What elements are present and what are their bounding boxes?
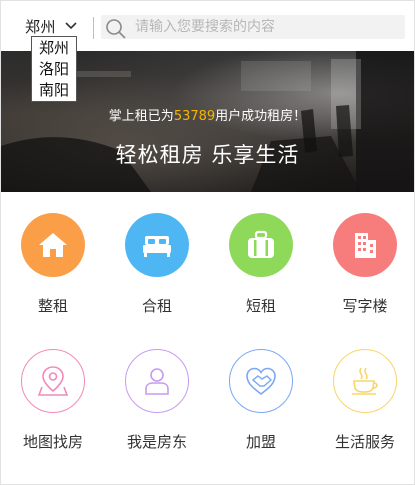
suitcase-icon <box>248 230 274 258</box>
category-label: 合租 <box>141 297 172 315</box>
category-label: 整租 <box>37 297 68 315</box>
category-label: 加盟 <box>245 433 276 451</box>
handshake-heart-icon <box>246 367 276 396</box>
building-icon <box>355 233 376 258</box>
category-icon-circle <box>21 213 85 277</box>
category-icon-circle <box>125 349 189 413</box>
category-icon-circle <box>333 213 397 277</box>
user-icon <box>145 368 169 395</box>
banner-subtitle-prefix: 掌上租已为 <box>108 109 174 124</box>
coffee-cup-icon <box>352 367 378 395</box>
current-city-label: 郑州 <box>25 17 57 36</box>
category-icon-circle <box>333 349 397 413</box>
bed-icon <box>143 236 171 257</box>
category-hezu[interactable]: 合租 <box>105 193 209 323</box>
house-icon <box>39 233 67 257</box>
category-grid: 整租 合租 短租 写字楼 地图找房 我是房东 加盟 生活服务 <box>1 193 414 483</box>
category-join[interactable]: 加盟 <box>209 329 313 459</box>
chevron-down-icon <box>65 22 77 30</box>
category-landlord[interactable]: 我是房东 <box>105 329 209 459</box>
city-dropdown: 郑州 洛阳 南阳 <box>31 36 77 102</box>
city-option-zhengzhou[interactable]: 郑州 <box>32 38 76 59</box>
city-option-luoyang[interactable]: 洛阳 <box>32 59 76 80</box>
category-label: 地图找房 <box>22 433 83 451</box>
category-label: 写字楼 <box>342 297 388 315</box>
category-label: 我是房东 <box>126 433 187 451</box>
category-office[interactable]: 写字楼 <box>313 193 414 323</box>
city-selector[interactable]: 郑州 <box>25 14 78 38</box>
banner-subtitle: 掌上租已为53789用户成功租房！ <box>1 105 414 124</box>
map-pin-icon <box>37 366 69 396</box>
category-life-service[interactable]: 生活服务 <box>313 329 414 459</box>
banner-subtitle-suffix: 用户成功租房！ <box>215 109 307 124</box>
category-map-search[interactable]: 地图找房 <box>1 329 105 459</box>
category-icon-circle <box>21 349 85 413</box>
search-bar[interactable] <box>101 15 405 39</box>
search-input[interactable] <box>135 15 397 39</box>
category-duanzu[interactable]: 短租 <box>209 193 313 323</box>
category-label: 生活服务 <box>334 433 395 451</box>
banner-user-count: 53789 <box>173 109 216 124</box>
city-option-nanyang[interactable]: 南阳 <box>32 80 76 101</box>
category-zhengzu[interactable]: 整租 <box>1 193 105 323</box>
category-icon-circle <box>125 213 189 277</box>
category-label: 短租 <box>245 297 276 315</box>
header-divider <box>93 17 94 39</box>
category-icon-circle <box>229 213 293 277</box>
banner-title: 轻松租房 乐享生活 <box>115 143 300 167</box>
app-page: 郑州 郑州 洛阳 南阳 <box>0 0 415 485</box>
search-icon <box>106 19 126 39</box>
category-icon-circle <box>229 349 293 413</box>
